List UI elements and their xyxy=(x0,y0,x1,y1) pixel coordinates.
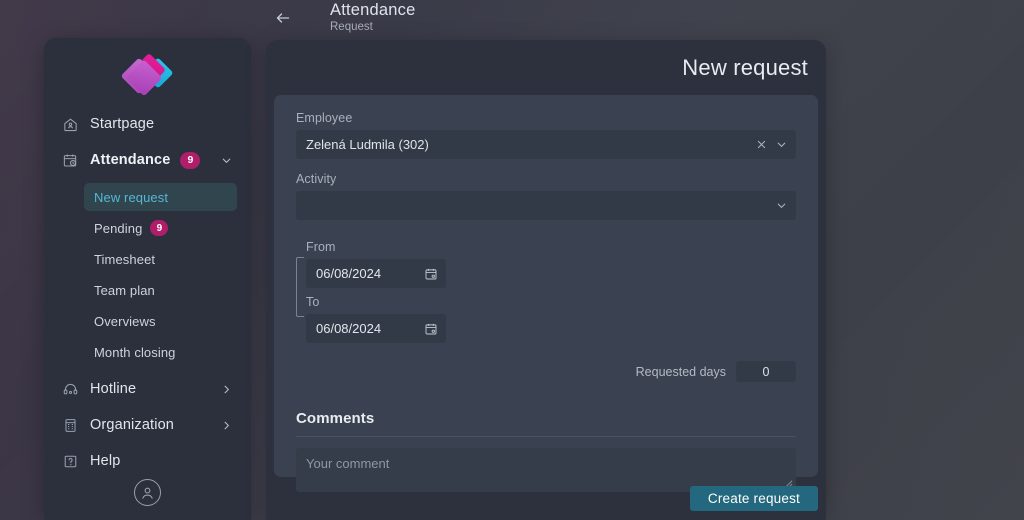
sub-item-label: Team plan xyxy=(94,282,155,298)
date-range-bracket xyxy=(296,257,304,317)
sidebar-item-label: Attendance xyxy=(90,152,171,168)
sidebar-item-help[interactable]: Help xyxy=(54,443,241,479)
sidebar-item-new-request[interactable]: New request xyxy=(84,183,237,211)
comment-placeholder: Your comment xyxy=(306,456,390,471)
request-form: Employee Zelená Ludmila (302) Activity F… xyxy=(274,95,818,492)
chevron-right-icon[interactable] xyxy=(220,419,233,432)
attendance-badge: 9 xyxy=(180,151,201,169)
to-date-input[interactable]: 06/08/2024 xyxy=(306,314,446,343)
employee-label: Employee xyxy=(296,111,353,125)
building-icon xyxy=(62,415,86,435)
sidebar-item-label: Startpage xyxy=(90,116,155,132)
calendar-clock-icon xyxy=(62,150,86,170)
logo-container xyxy=(44,38,251,100)
requested-days-value: 0 xyxy=(736,361,796,382)
to-field: To 06/08/2024 xyxy=(306,295,446,343)
from-date-input[interactable]: 06/08/2024 xyxy=(306,259,446,288)
from-field: From 06/08/2024 xyxy=(306,240,446,288)
panel-header: New request xyxy=(266,40,826,95)
sidebar-item-hotline[interactable]: Hotline xyxy=(54,371,241,407)
app-logo xyxy=(120,53,174,97)
sidebar-nav: Startpage Attendance 9 New request Pendi… xyxy=(44,100,251,479)
sidebar-item-label: Hotline xyxy=(90,381,137,397)
comments-divider xyxy=(296,436,796,437)
to-label: To xyxy=(306,295,320,309)
user-circle-icon[interactable] xyxy=(134,479,161,506)
question-box-icon xyxy=(62,451,86,471)
sub-item-label: Month closing xyxy=(94,344,176,360)
sidebar-item-pending[interactable]: Pending 9 xyxy=(84,214,237,242)
sub-item-label: Timesheet xyxy=(94,251,156,267)
create-request-button[interactable]: Create request xyxy=(689,486,818,511)
header-title-block: Attendance Request xyxy=(330,1,415,35)
sidebar-item-month-closing[interactable]: Month closing xyxy=(84,338,237,366)
avatar-container xyxy=(44,479,251,506)
calendar-icon[interactable] xyxy=(424,267,438,281)
comments-heading: Comments xyxy=(296,410,375,427)
employee-select[interactable]: Zelená Ludmila (302) xyxy=(296,130,796,159)
sub-item-label: New request xyxy=(94,189,169,205)
sidebar-item-label: Organization xyxy=(90,417,175,433)
home-icon xyxy=(62,114,86,134)
close-icon[interactable] xyxy=(756,139,767,150)
sub-item-label: Pending xyxy=(94,220,143,236)
chevron-down-icon[interactable] xyxy=(775,199,788,212)
sidebar-item-organization[interactable]: Organization xyxy=(54,407,241,443)
sidebar-item-timesheet[interactable]: Timesheet xyxy=(84,245,237,273)
activity-select[interactable] xyxy=(296,191,796,220)
sidebar-item-attendance[interactable]: Attendance 9 xyxy=(54,142,241,178)
calendar-icon[interactable] xyxy=(424,322,438,336)
sidebar-item-label: Help xyxy=(90,453,121,469)
from-date-value: 06/08/2024 xyxy=(316,266,382,281)
chevron-down-icon[interactable] xyxy=(220,154,233,167)
to-date-value: 06/08/2024 xyxy=(316,321,382,336)
arrow-left-icon xyxy=(274,9,292,27)
date-range-group: From 06/08/2024 To 06/08/2024 xyxy=(296,240,796,343)
top-header: Attendance Request xyxy=(266,0,826,36)
comments-header: Comments xyxy=(296,410,796,437)
employee-value: Zelená Ludmila (302) xyxy=(306,137,429,152)
chevron-right-icon[interactable] xyxy=(220,383,233,396)
panel-footer: Create request xyxy=(266,477,826,520)
pending-badge: 9 xyxy=(150,220,169,236)
activity-label: Activity xyxy=(296,172,337,186)
main-panel: New request Employee Zelená Ludmila (302… xyxy=(266,40,826,520)
sidebar-item-team-plan[interactable]: Team plan xyxy=(84,276,237,304)
chevron-down-icon[interactable] xyxy=(775,138,788,151)
sidebar-item-overviews[interactable]: Overviews xyxy=(84,307,237,335)
panel-title: New request xyxy=(682,54,808,80)
attendance-subnav: New request Pending 9 Timesheet Team pla… xyxy=(44,178,251,371)
from-label: From xyxy=(306,240,336,254)
requested-days-label: Requested days xyxy=(635,364,726,379)
back-button[interactable] xyxy=(270,5,296,31)
requested-days-row: Requested days 0 xyxy=(296,361,796,382)
sidebar-item-startpage[interactable]: Startpage xyxy=(54,106,241,142)
headset-icon xyxy=(62,379,86,399)
page-subtitle: Request xyxy=(330,21,373,33)
sub-item-label: Overviews xyxy=(94,313,156,329)
page-title: Attendance xyxy=(330,1,416,19)
sidebar: Startpage Attendance 9 New request Pendi… xyxy=(44,38,251,520)
